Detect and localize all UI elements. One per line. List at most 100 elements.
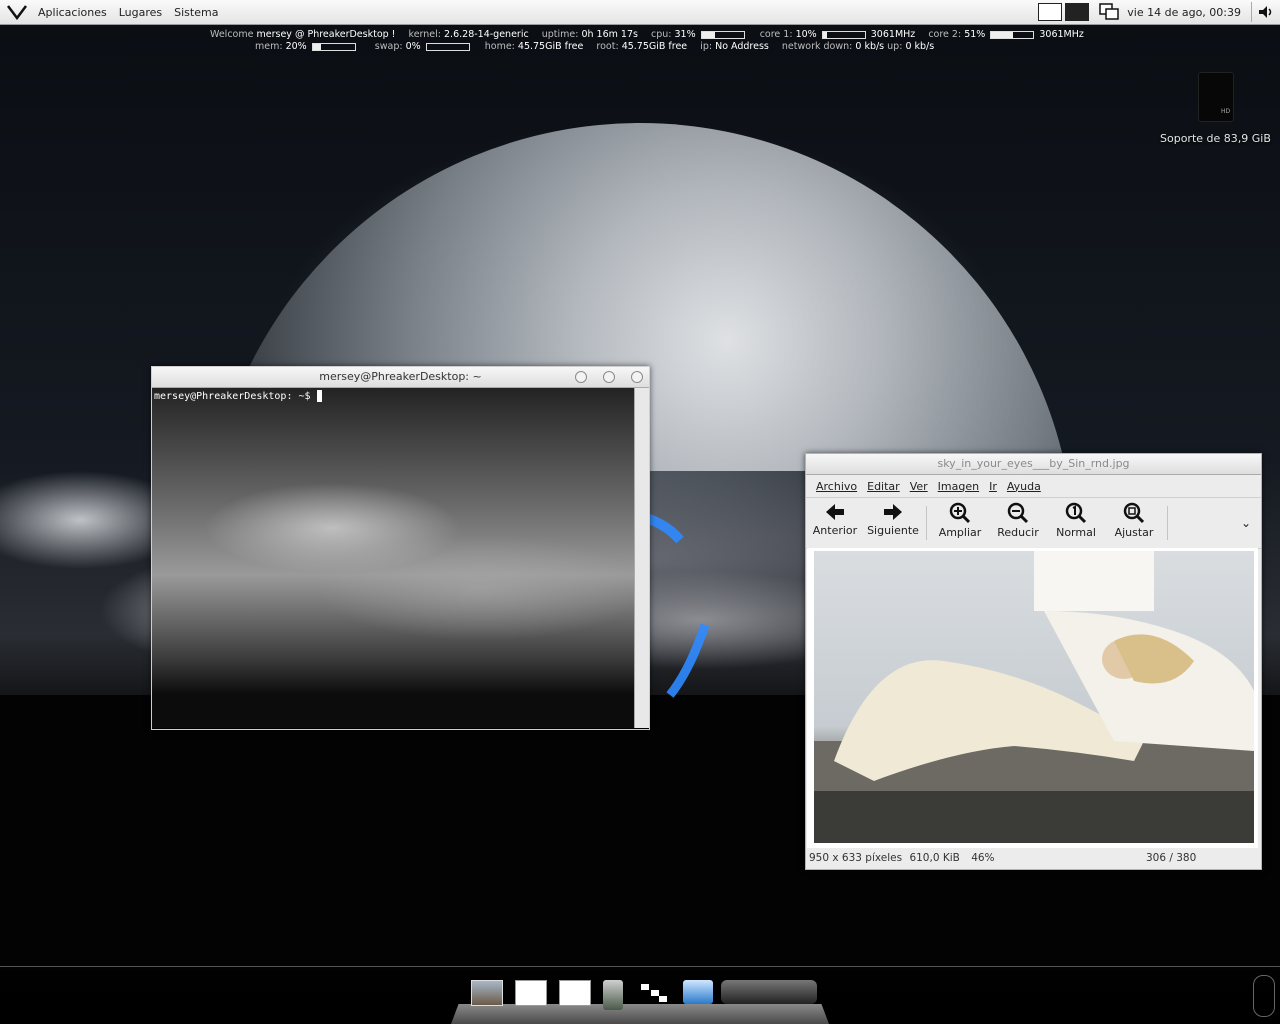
conky-ip-label: ip:: [700, 41, 713, 52]
viewer-statusbar: 950 x 633 píxeles 610,0 KiB 46% 306 / 38…: [806, 847, 1261, 869]
music-player-dock-icon[interactable]: [603, 980, 623, 1010]
conky-ip: No Address: [715, 41, 769, 52]
conky-welcome: Welcome: [210, 29, 254, 40]
menu-aplicaciones[interactable]: Aplicaciones: [38, 6, 107, 19]
image-viewer-dock-icon[interactable]: [471, 980, 503, 1006]
zoom-in-button[interactable]: Ampliar: [931, 502, 989, 539]
zoom-fit-label: Ajustar: [1114, 526, 1154, 539]
terminal-title: mersey@PhreakerDesktop: ~: [319, 370, 482, 383]
workspace-switcher-dock-icon[interactable]: [639, 980, 669, 1004]
menu-ayuda[interactable]: Ayuda: [1007, 480, 1041, 493]
ubuntu-logo-icon[interactable]: [6, 4, 28, 20]
window-list-icon[interactable]: [1099, 3, 1121, 21]
zoom-out-button[interactable]: Reducir: [989, 502, 1047, 539]
conky-core2-freq: 3061MHz: [1039, 29, 1084, 40]
status-image-index: 306 / 380: [1146, 852, 1197, 864]
menu-archivo[interactable]: Archivo: [816, 480, 857, 493]
conky-mem-bar: [311, 42, 356, 51]
menu-sistema[interactable]: Sistema: [174, 6, 218, 19]
panel-right-area: vie 14 de ago, 00:39: [1035, 0, 1280, 24]
conky-uptime: 0h 16m 17s: [581, 29, 638, 40]
viewer-titlebar[interactable]: sky_in_your_eyes___by_Sin_rnd.jpg: [806, 454, 1261, 475]
hard-drive-icon[interactable]: HD: [1198, 72, 1234, 122]
image-viewer-window[interactable]: sky_in_your_eyes___by_Sin_rnd.jpg Archiv…: [805, 453, 1262, 870]
conky-core2: 51%: [964, 29, 986, 40]
conky-net-up: 0 kb/s: [905, 41, 935, 52]
image-canvas[interactable]: [807, 548, 1258, 848]
drive-label[interactable]: Soporte de 83,9 GiB: [1160, 132, 1271, 145]
menu-lugares[interactable]: Lugares: [119, 6, 162, 19]
menu-ver[interactable]: Ver: [910, 480, 928, 493]
window-dock-icon[interactable]: [515, 980, 547, 1006]
menu-editar[interactable]: Editar: [867, 480, 900, 493]
trash-dock-icon[interactable]: [683, 980, 713, 1004]
conky-core1-label: core 1:: [759, 29, 793, 40]
viewer-toolbar: Anterior Siguiente Ampliar Reducir Norma…: [806, 498, 1261, 549]
conky-cpu-bar: [700, 30, 745, 39]
conky-core1-freq: 3061MHz: [870, 29, 916, 40]
conky-core1-bar: [821, 30, 866, 39]
displayed-photo: [814, 551, 1254, 843]
arrow-left-icon: [826, 504, 844, 520]
panel-clock[interactable]: vie 14 de ago, 00:39: [1127, 6, 1241, 19]
previous-button[interactable]: Anterior: [806, 502, 864, 537]
conky-root-label: root:: [596, 41, 619, 52]
viewer-title: sky_in_your_eyes___by_Sin_rnd.jpg: [937, 457, 1130, 470]
status-zoom: 46%: [971, 852, 995, 864]
conky-swap: 0%: [405, 41, 421, 52]
bottom-divider: [0, 966, 1280, 967]
next-button[interactable]: Siguiente: [864, 502, 922, 537]
close-button[interactable]: [631, 371, 643, 383]
workspace-grid-icon: [641, 984, 667, 1002]
chevron-down-icon[interactable]: ⌄: [1241, 516, 1251, 530]
zoom-normal-label: Normal: [1056, 526, 1096, 539]
conky-user-host: mersey @ PhreakerDesktop !: [256, 29, 396, 40]
arrow-right-icon: [884, 504, 902, 520]
menu-imagen[interactable]: Imagen: [938, 480, 979, 493]
conky-home: 45.75GiB free: [517, 41, 584, 52]
terminal-prompt: mersey@PhreakerDesktop: ~$: [154, 391, 311, 402]
terminal-window[interactable]: mersey@PhreakerDesktop: ~ mersey@Phreake…: [151, 366, 650, 730]
zoom-normal-button[interactable]: Normal: [1047, 502, 1105, 539]
menu-ir[interactable]: Ir: [989, 480, 997, 493]
conky-cpu-label: cpu:: [651, 29, 672, 40]
panel-divider: [1251, 2, 1252, 22]
terminal-cursor: [316, 390, 322, 402]
conky-net-down: 0 kb/s: [855, 41, 885, 52]
status-filesize: 610,0 KiB: [909, 852, 960, 864]
weather-dock-widget[interactable]: [721, 980, 817, 1004]
workspace-2-icon[interactable]: [1065, 3, 1090, 21]
photo-content: [814, 551, 1254, 843]
zoom-in-icon: [949, 502, 971, 524]
conky-cpu: 31%: [674, 29, 696, 40]
minimize-button[interactable]: [575, 371, 587, 383]
zoom-normal-icon: [1065, 502, 1087, 524]
conky-home-label: home:: [484, 41, 515, 52]
zoom-out-icon: [1007, 502, 1029, 524]
corner-logo-icon[interactable]: [1253, 975, 1275, 1017]
conky-net-down-label: network down:: [781, 41, 853, 52]
conky-core1: 10%: [795, 29, 817, 40]
terminal-scrollbar[interactable]: [634, 388, 649, 728]
terminal-body[interactable]: mersey@PhreakerDesktop: ~$: [152, 388, 634, 728]
previous-label: Anterior: [812, 524, 858, 537]
workspace-1-icon[interactable]: [1038, 3, 1063, 21]
maximize-button[interactable]: [603, 371, 615, 383]
conky-uptime-label: uptime:: [541, 29, 579, 40]
top-panel: Aplicaciones Lugares Sistema vie 14 de a…: [0, 0, 1280, 25]
terminal-dock-icon[interactable]: [559, 980, 591, 1006]
terminal-titlebar[interactable]: mersey@PhreakerDesktop: ~: [152, 367, 649, 388]
zoom-fit-icon: [1123, 502, 1145, 524]
volume-icon[interactable]: [1256, 4, 1276, 20]
zoom-fit-button[interactable]: Ajustar: [1105, 502, 1163, 539]
drive-icon-text: HD: [1221, 108, 1231, 115]
conky-core2-bar: [990, 30, 1035, 39]
next-label: Siguiente: [867, 524, 919, 537]
zoom-in-label: Ampliar: [938, 526, 982, 539]
conky-kernel: 2.6.28-14-generic: [444, 29, 529, 40]
zoom-out-label: Reducir: [997, 526, 1039, 539]
viewer-menubar: Archivo Editar Ver Imagen Ir Ayuda: [806, 475, 1261, 498]
conky-mem-label: mem:: [255, 41, 283, 52]
dock: [451, 976, 829, 1024]
toolbar-separator: [926, 506, 927, 540]
